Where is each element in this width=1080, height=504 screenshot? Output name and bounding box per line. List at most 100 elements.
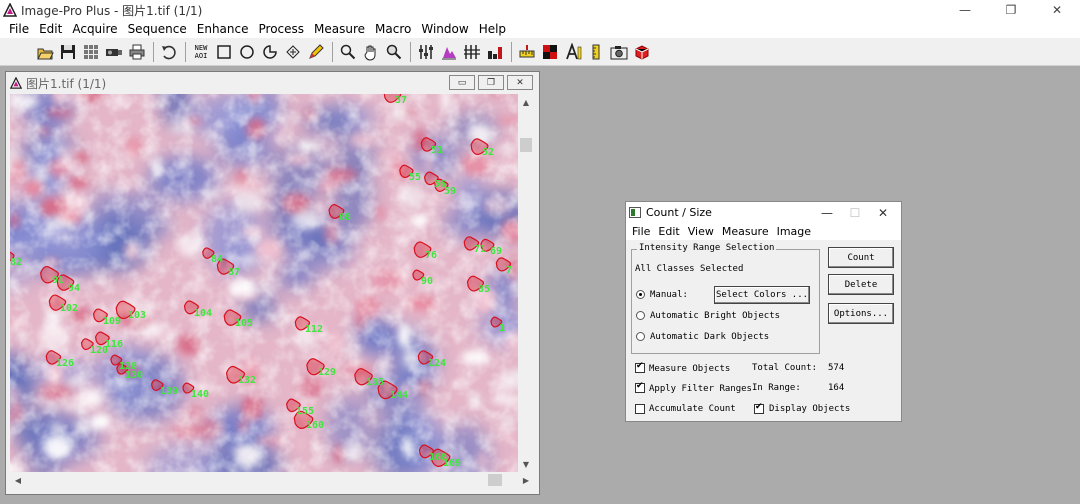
image-minimize-button[interactable]: ▭ (449, 75, 475, 90)
image-vertical-scrollbar[interactable]: ▲ ▼ (518, 94, 534, 472)
auto-bright-radio[interactable] (636, 311, 645, 323)
color-map-icon[interactable] (539, 41, 561, 63)
menubar: File Edit Acquire Sequence Enhance Proce… (0, 20, 1080, 38)
count-size-titlebar[interactable]: Count / Size — ☐ ✕ (626, 202, 901, 223)
app-logo-icon (2, 2, 18, 17)
count-size-icon[interactable] (461, 41, 483, 63)
close-button[interactable]: ✕ (1034, 0, 1080, 20)
minimize-button[interactable]: — (942, 0, 988, 20)
display-objects-checkbox[interactable] (754, 402, 764, 417)
measure-objects-checkbox[interactable] (635, 361, 645, 376)
apply-filter-ranges-check[interactable] (635, 381, 645, 393)
save-icon[interactable] (57, 41, 79, 63)
menu-measure[interactable]: Measure (309, 22, 370, 36)
menu-help[interactable]: Help (474, 22, 511, 36)
text-a-icon[interactable] (562, 41, 584, 63)
dialog-menu-image[interactable]: Image (773, 225, 815, 238)
toolbar-separator (185, 41, 186, 62)
menu-macro[interactable]: Macro (370, 22, 416, 36)
object-id-label: 82 (10, 257, 23, 268)
undo-icon[interactable] (158, 41, 180, 63)
accumulate-count-checkbox[interactable] (635, 404, 645, 417)
options-button[interactable]: Options... (828, 303, 894, 324)
object-id-label: 76 (425, 250, 438, 261)
total-count-value: 574 (828, 363, 845, 373)
image-horizontal-scrollbar[interactable]: ◀ ▶ (10, 472, 529, 488)
zoom-icon[interactable] (337, 41, 359, 63)
dialog-close-button[interactable]: ✕ (869, 204, 897, 221)
main-toolbar: NEW AOI (0, 38, 1080, 66)
dialog-menu-view[interactable]: View (684, 225, 718, 238)
dialog-menu-file[interactable]: File (628, 225, 654, 238)
scroll-right-arrow[interactable]: ▶ (518, 472, 534, 488)
hand-pan-icon[interactable] (360, 41, 382, 63)
zoom-fit-icon[interactable] (383, 41, 405, 63)
menu-file[interactable]: File (4, 22, 34, 36)
dialog-maximize-button[interactable]: ☐ (841, 204, 869, 221)
line-profile-icon[interactable] (438, 41, 460, 63)
measure-objects-label: Measure Objects (649, 364, 731, 374)
object-id-label: 68 (339, 212, 352, 223)
manual-radio-indicator[interactable] (636, 290, 645, 299)
measure-objects-check[interactable] (635, 361, 645, 373)
measure-icon[interactable] (516, 41, 538, 63)
toolbar-separator (153, 41, 154, 62)
delete-button[interactable]: Delete (828, 274, 894, 295)
snapshot-camera-icon[interactable] (608, 41, 630, 63)
menu-acquire[interactable]: Acquire (67, 22, 122, 36)
camera-acquire-icon[interactable] (103, 41, 125, 63)
horizontal-scroll-thumb[interactable] (488, 474, 502, 486)
dialog-menu-measure[interactable]: Measure (718, 225, 773, 238)
menu-window[interactable]: Window (416, 22, 473, 36)
manual-radio[interactable] (636, 290, 645, 302)
menu-sequence[interactable]: Sequence (123, 22, 192, 36)
polygon-icon[interactable] (259, 41, 281, 63)
count-size-title: Count / Size (646, 206, 712, 219)
menu-enhance[interactable]: Enhance (192, 22, 254, 36)
ellipse-icon[interactable] (236, 41, 258, 63)
auto-bright-label: Automatic Bright Objects (650, 311, 781, 321)
magic-wand-icon[interactable] (282, 41, 304, 63)
menu-edit[interactable]: Edit (34, 22, 67, 36)
image-window[interactable]: 图片1.tif (1/1) ▭ ❐ ✕ 37 51 52 55 56 59 68 82 84 87… (5, 71, 540, 495)
object-id-label: 109 (103, 316, 122, 327)
image-window-titlebar[interactable]: 图片1.tif (1/1) ▭ ❐ ✕ (6, 72, 539, 94)
object-id-label: 140 (191, 389, 210, 400)
auto-dark-radio[interactable] (636, 332, 645, 344)
print-icon[interactable] (126, 41, 148, 63)
scroll-left-arrow[interactable]: ◀ (10, 472, 26, 488)
toolbar-separator (511, 41, 512, 62)
ruler-icon[interactable] (585, 41, 607, 63)
pen-icon[interactable] (305, 41, 327, 63)
apply-filter-ranges-checkbox[interactable] (635, 381, 645, 396)
scroll-up-arrow[interactable]: ▲ (518, 94, 534, 110)
new-aoi-line1: NEW (194, 43, 208, 52)
rectangle-icon[interactable] (213, 41, 235, 63)
count-button[interactable]: Count (828, 247, 894, 268)
grid-icon[interactable] (80, 41, 102, 63)
dialog-minimize-button[interactable]: — (813, 204, 841, 221)
object-id-label: 160 (306, 420, 325, 431)
bar-chart-icon[interactable] (484, 41, 506, 63)
vertical-scroll-thumb[interactable] (520, 138, 532, 152)
accumulate-count-check[interactable] (635, 404, 645, 414)
dialog-menu-edit[interactable]: Edit (654, 225, 683, 238)
auto-bright-radio-indicator[interactable] (636, 311, 645, 320)
menu-process[interactable]: Process (254, 22, 310, 36)
3d-icon[interactable] (631, 41, 653, 63)
object-id-label: 103 (128, 310, 147, 321)
image-restore-button[interactable]: ❐ (478, 75, 504, 90)
scroll-down-arrow[interactable]: ▼ (518, 456, 534, 472)
image-close-button[interactable]: ✕ (507, 75, 533, 90)
auto-dark-radio-indicator[interactable] (636, 332, 645, 341)
restore-button[interactable]: ❐ (988, 0, 1034, 20)
display-objects-check[interactable] (754, 402, 764, 414)
open-icon[interactable] (34, 41, 56, 63)
histogram-icon[interactable] (415, 41, 437, 63)
select-colors-button[interactable]: Select Colors ... (714, 286, 810, 304)
micrograph-image[interactable]: 37 51 52 55 56 59 68 82 84 87 76 71 69 90 91 94 85 102 109… (10, 94, 518, 472)
toolbar-separator (410, 41, 411, 62)
object-id-label: 94 (68, 283, 81, 294)
count-size-dialog[interactable]: Count / Size — ☐ ✕ File Edit View Measur… (625, 201, 902, 422)
new-aoi-icon[interactable]: NEW AOI (190, 41, 212, 63)
